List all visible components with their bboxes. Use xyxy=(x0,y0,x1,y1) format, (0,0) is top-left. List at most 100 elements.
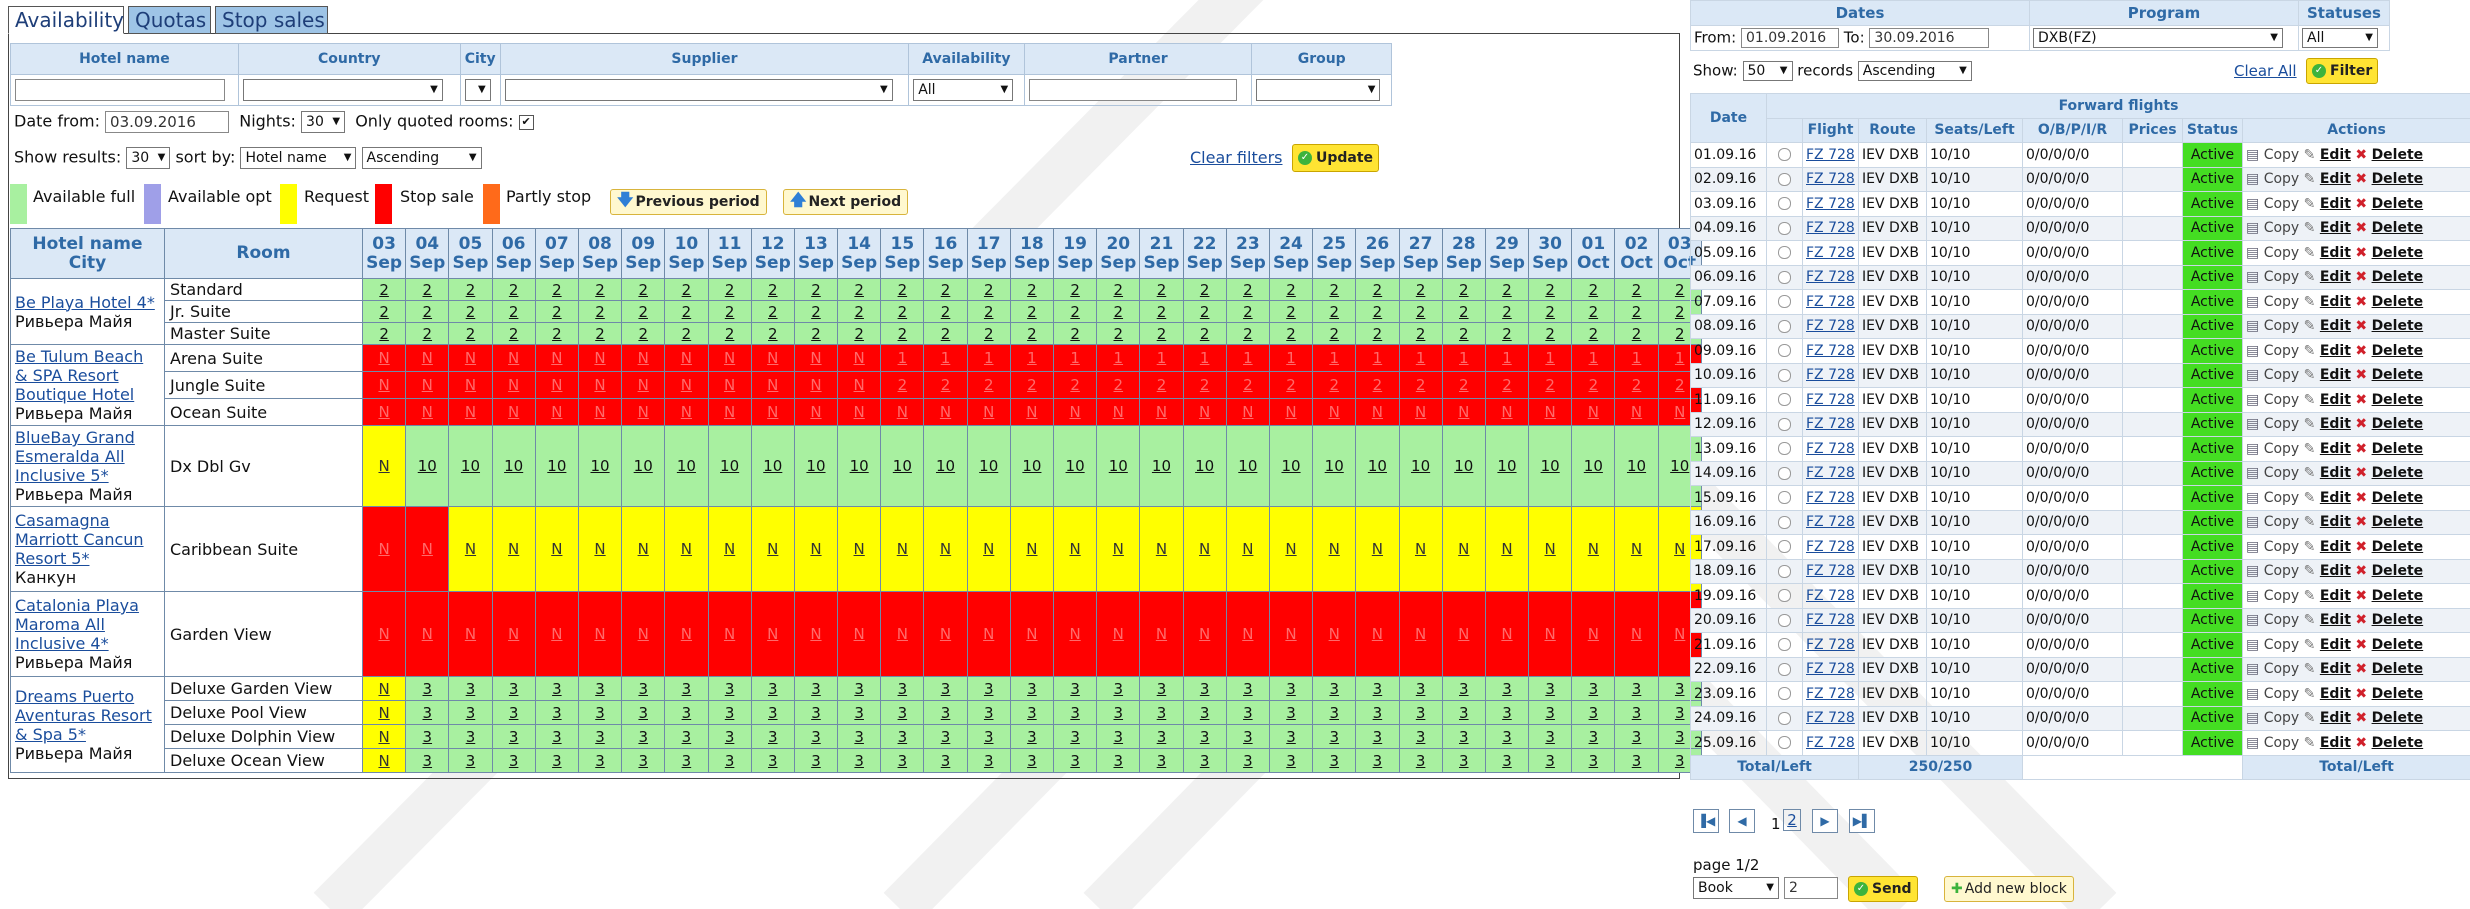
availability-cell[interactable]: 1 xyxy=(1312,344,1357,372)
availability-cell[interactable]: N xyxy=(793,591,839,677)
delete-link[interactable]: Delete xyxy=(2372,514,2424,530)
flight-number-link[interactable]: FZ 728 xyxy=(1806,269,1855,285)
edit-link[interactable]: Edit xyxy=(2320,220,2351,236)
edit-link[interactable]: Edit xyxy=(2320,588,2351,604)
supplier-select[interactable]: ▼ xyxy=(504,79,893,101)
copy-link[interactable]: Copy xyxy=(2264,514,2300,530)
availability-cell[interactable]: N xyxy=(361,506,407,592)
availability-cell[interactable]: 2 xyxy=(880,371,925,399)
availability-cell[interactable]: 10 xyxy=(837,425,882,507)
availability-cell[interactable]: N xyxy=(405,398,450,426)
availability-cell[interactable]: 10 xyxy=(880,425,925,507)
availability-cell[interactable]: N xyxy=(793,344,839,372)
availability-cell[interactable]: 3 xyxy=(707,724,752,749)
page-2[interactable]: 2 xyxy=(1783,809,1801,831)
availability-cell[interactable]: N xyxy=(1096,398,1141,426)
availability-cell[interactable]: 10 xyxy=(1139,425,1184,507)
availability-cell[interactable]: 2 xyxy=(1139,278,1184,301)
edit-link[interactable]: Edit xyxy=(2320,441,2351,457)
availability-cell[interactable]: 2 xyxy=(664,300,709,323)
availability-cell[interactable]: 2 xyxy=(1268,278,1314,301)
availability-cell[interactable]: 3 xyxy=(1312,700,1357,725)
edit-link[interactable]: Edit xyxy=(2320,294,2351,310)
availability-cell[interactable]: N xyxy=(880,506,925,592)
delete-link[interactable]: Delete xyxy=(2372,490,2424,506)
availability-cell[interactable]: N xyxy=(880,398,925,426)
availability-cell[interactable]: 3 xyxy=(1484,724,1530,749)
edit-link[interactable]: Edit xyxy=(2320,661,2351,677)
availability-cell[interactable]: N xyxy=(448,371,493,399)
delete-link[interactable]: Delete xyxy=(2372,392,2424,408)
availability-cell[interactable]: 10 xyxy=(1398,425,1443,507)
to-date-input[interactable]: 30.09.2016 xyxy=(1869,28,1990,48)
availability-cell[interactable]: 3 xyxy=(577,724,623,749)
flight-number-link[interactable]: FZ 728 xyxy=(1806,637,1855,653)
flight-select-radio[interactable] xyxy=(1778,442,1791,456)
availability-cell[interactable]: N xyxy=(1182,506,1227,592)
availability-cell[interactable]: 2 xyxy=(1312,278,1357,301)
edit-link[interactable]: Edit xyxy=(2320,539,2351,555)
availability-cell[interactable]: 2 xyxy=(1182,322,1227,345)
availability-cell[interactable]: 10 xyxy=(1312,425,1357,507)
availability-cell[interactable]: 3 xyxy=(1268,724,1314,749)
availability-cell[interactable]: N xyxy=(1009,591,1055,677)
delete-link[interactable]: Delete xyxy=(2372,563,2424,579)
next-period-button[interactable]: 🡅 Next period xyxy=(783,189,909,215)
availability-cell[interactable]: 10 xyxy=(1268,425,1314,507)
availability-cell[interactable]: N xyxy=(361,344,407,372)
availability-cell[interactable]: 1 xyxy=(1096,344,1141,372)
delete-link[interactable]: Delete xyxy=(2372,465,2424,481)
availability-cell[interactable]: 10 xyxy=(491,425,536,507)
availability-cell[interactable]: N xyxy=(1355,398,1400,426)
availability-cell[interactable]: N xyxy=(1312,506,1357,592)
flight-select-radio[interactable] xyxy=(1778,295,1791,309)
flight-number-link[interactable]: FZ 728 xyxy=(1806,294,1855,310)
copy-link[interactable]: Copy xyxy=(2264,588,2300,604)
availability-cell[interactable]: 2 xyxy=(1398,300,1443,323)
availability-cell[interactable]: 2 xyxy=(1312,371,1357,399)
availability-cell[interactable]: 3 xyxy=(1571,676,1616,701)
group-select[interactable]: ▼ xyxy=(1256,79,1381,101)
availability-cell[interactable]: 2 xyxy=(577,322,623,345)
availability-cell[interactable]: 3 xyxy=(923,676,968,701)
availability-cell[interactable]: N xyxy=(1182,398,1227,426)
availability-cell[interactable]: 3 xyxy=(793,676,839,701)
availability-cell[interactable]: 3 xyxy=(1182,748,1227,773)
edit-link[interactable]: Edit xyxy=(2320,686,2351,702)
availability-cell[interactable]: 10 xyxy=(1096,425,1141,507)
availability-cell[interactable]: 3 xyxy=(621,724,666,749)
availability-cell[interactable]: 1 xyxy=(1139,344,1184,372)
availability-cell[interactable]: 2 xyxy=(880,322,925,345)
statuses-select[interactable]: All ▼ xyxy=(2302,28,2378,48)
availability-cell[interactable]: 2 xyxy=(1528,371,1573,399)
flight-number-link[interactable]: FZ 728 xyxy=(1806,171,1855,187)
availability-cell[interactable]: 2 xyxy=(1225,278,1270,301)
availability-cell[interactable]: 3 xyxy=(793,724,839,749)
copy-link[interactable]: Copy xyxy=(2264,367,2300,383)
availability-cell[interactable]: 3 xyxy=(837,700,882,725)
availability-cell[interactable]: N xyxy=(1139,591,1184,677)
availability-cell[interactable]: N xyxy=(405,344,450,372)
availability-cell[interactable]: 3 xyxy=(1484,676,1530,701)
availability-cell[interactable]: 2 xyxy=(1225,300,1270,323)
availability-cell[interactable]: N xyxy=(405,591,450,677)
availability-cell[interactable]: 2 xyxy=(1528,300,1573,323)
availability-select[interactable]: All ▼ xyxy=(913,79,1014,101)
edit-link[interactable]: Edit xyxy=(2320,245,2351,261)
availability-cell[interactable]: 3 xyxy=(966,724,1011,749)
availability-cell[interactable]: N xyxy=(1398,591,1443,677)
copy-link[interactable]: Copy xyxy=(2264,220,2300,236)
availability-cell[interactable]: N xyxy=(1052,506,1098,592)
availability-cell[interactable]: N xyxy=(966,398,1011,426)
availability-cell[interactable]: 2 xyxy=(1484,371,1530,399)
availability-cell[interactable]: 10 xyxy=(793,425,839,507)
availability-cell[interactable]: N xyxy=(361,700,407,725)
flight-select-radio[interactable] xyxy=(1778,466,1791,480)
tab-availability[interactable]: Availability xyxy=(8,6,124,34)
copy-link[interactable]: Copy xyxy=(2264,441,2300,457)
copy-link[interactable]: Copy xyxy=(2264,637,2300,653)
availability-cell[interactable]: N xyxy=(448,591,493,677)
availability-cell[interactable]: 2 xyxy=(448,300,493,323)
availability-cell[interactable]: 2 xyxy=(923,371,968,399)
availability-cell[interactable]: N xyxy=(1614,591,1659,677)
